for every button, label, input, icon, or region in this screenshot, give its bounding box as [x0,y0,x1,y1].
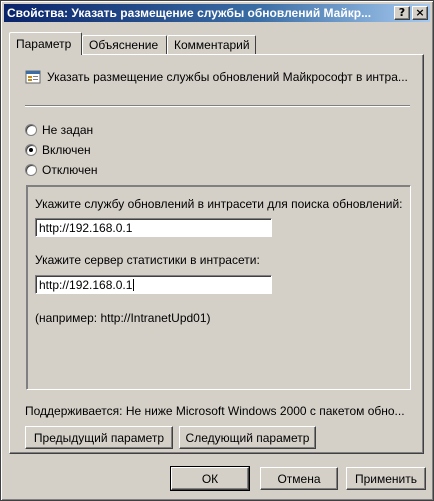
close-button[interactable]: × [412,6,428,20]
tab-comment[interactable]: Комментарий [167,35,256,54]
next-setting-button[interactable]: Следующий параметр [179,426,316,449]
tab-panel-parameter: Указать размещение службы обновлений Май… [9,54,424,454]
radio-indicator [25,124,37,136]
radio-enabled[interactable]: Включен [25,143,91,157]
supported-on: Поддерживается: Не ниже Microsoft Window… [25,404,405,418]
stats-server-input[interactable]: http://192.168.0.1 [35,275,272,294]
radio-label: Отключен [42,163,98,177]
title-bar[interactable]: Свойства: Указать размещение службы обно… [4,4,430,22]
window-title: Свойства: Указать размещение службы обно… [7,6,372,20]
tab-parameter[interactable]: Параметр [9,32,82,55]
update-service-input[interactable]: http://192.168.0.1 [35,218,272,237]
policy-name: Указать размещение службы обновлений Май… [47,70,408,84]
text-caret [133,279,135,291]
previous-setting-button[interactable]: Предыдущий параметр [25,426,173,449]
properties-dialog: Свойства: Указать размещение службы обно… [0,0,434,501]
help-button[interactable]: ? [394,6,410,20]
tab-explanation[interactable]: Объяснение [82,35,167,54]
update-service-label: Укажите службу обновлений в интрасети дл… [35,197,403,211]
policy-setting-icon [25,70,41,84]
radio-indicator [25,144,37,156]
stats-server-value: http://192.168.0.1 [39,278,133,292]
separator [25,105,410,107]
radio-not-configured[interactable]: Не задан [25,123,93,137]
cancel-button[interactable]: Отмена [260,467,338,490]
radio-disabled[interactable]: Отключен [25,163,98,177]
radio-label: Не задан [42,123,94,137]
update-service-value: http://192.168.0.1 [39,221,133,235]
apply-button[interactable]: Применить [346,467,426,490]
policy-header: Указать размещение службы обновлений Май… [25,69,408,85]
options-group: Укажите службу обновлений в интрасети дл… [26,185,411,390]
example-hint: (например: http://IntranetUpd01) [35,311,211,325]
radio-label: Включен [42,143,91,157]
radio-indicator [25,164,37,176]
stats-server-label: Укажите сервер статистики в интрасети: [35,253,260,267]
ok-button[interactable]: ОК [170,466,250,491]
